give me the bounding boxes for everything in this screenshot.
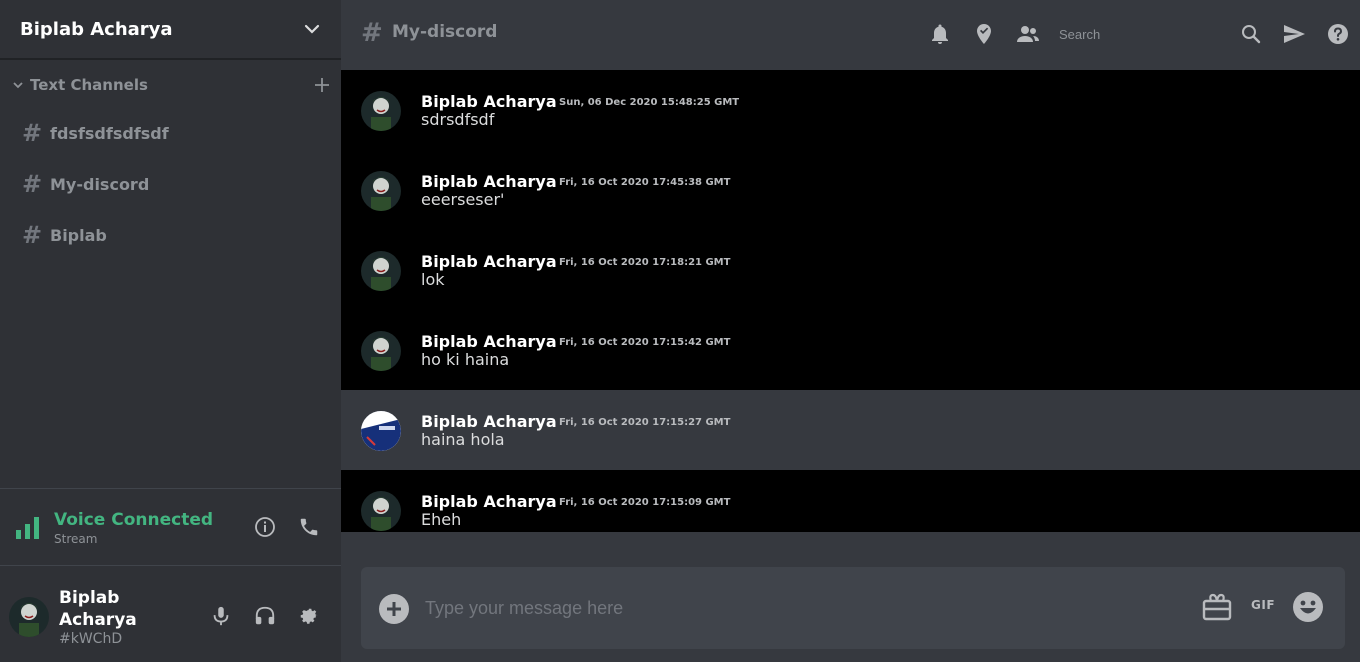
microphone-icon[interactable]: [210, 605, 232, 627]
gif-button[interactable]: GIF: [1251, 598, 1275, 612]
channel-item-my-discord[interactable]: # My-discord: [22, 170, 150, 198]
add-channel-icon[interactable]: [314, 77, 330, 93]
server-header[interactable]: Biplab Acharya: [0, 0, 341, 60]
message-item: Biplab Acharya Fri, 16 Oct 2020 17:18:21…: [341, 230, 1360, 310]
message-item: Biplab Acharya Fri, 16 Oct 2020 17:15:09…: [341, 470, 1360, 532]
info-icon[interactable]: [254, 516, 276, 538]
hash-icon: #: [361, 18, 383, 48]
user-name: Biplab Acharya: [59, 588, 137, 630]
message-timestamp: Fri, 16 Oct 2020 17:45:38 GMT: [559, 177, 731, 188]
message-item: Biplab Acharya Sun, 06 Dec 2020 15:48:25…: [341, 70, 1360, 150]
composer-area: GIF: [341, 532, 1360, 662]
server-name: Biplab Acharya: [20, 18, 173, 40]
channel-title: My-discord: [392, 22, 498, 42]
search-input[interactable]: [1059, 24, 1219, 44]
chevron-down-icon[interactable]: [303, 20, 321, 38]
voice-panel: Voice Connected Stream: [0, 488, 341, 566]
message-item: Biplab Acharya Fri, 16 Oct 2020 17:15:42…: [341, 310, 1360, 390]
pin-icon[interactable]: [972, 22, 996, 46]
avatar[interactable]: [361, 491, 401, 531]
help-icon[interactable]: [1326, 22, 1350, 46]
phone-disconnect-icon[interactable]: [298, 516, 320, 538]
message-content: ho ki haina: [421, 350, 510, 369]
message-timestamp: Fri, 16 Oct 2020 17:15:42 GMT: [559, 337, 731, 348]
hash-icon: #: [22, 221, 43, 249]
avatar[interactable]: [9, 597, 49, 637]
channel-header: # My-discord: [341, 0, 1360, 70]
channel-name: Biplab: [50, 225, 107, 245]
sidebar: Biplab Acharya Text Channels # fdsfsdfsd…: [0, 0, 341, 662]
emoji-icon[interactable]: [1292, 591, 1324, 623]
message-author: Biplab Acharya: [421, 172, 557, 191]
message-content: Eheh: [421, 510, 462, 529]
signal-bars-icon: [16, 517, 40, 539]
message-author: Biplab Acharya: [421, 252, 557, 271]
message-timestamp: Fri, 16 Oct 2020 17:15:27 GMT: [559, 417, 731, 428]
message-list[interactable]: Biplab Acharya Sun, 06 Dec 2020 15:48:25…: [341, 70, 1360, 532]
headphones-icon[interactable]: [254, 605, 276, 627]
user-tag: #kWChD: [59, 631, 123, 647]
message-content: sdrsdfsdf: [421, 110, 495, 129]
message-timestamp: Sun, 06 Dec 2020 15:48:25 GMT: [559, 97, 740, 108]
add-attachment-icon[interactable]: [378, 593, 410, 625]
message-author: Biplab Acharya: [421, 492, 557, 511]
avatar[interactable]: [361, 331, 401, 371]
chevron-down-icon: [12, 79, 24, 91]
channel-name: My-discord: [50, 174, 150, 194]
message-content: haina hola: [421, 430, 505, 449]
gear-icon[interactable]: [298, 605, 320, 627]
message-timestamp: Fri, 16 Oct 2020 17:15:09 GMT: [559, 497, 731, 508]
channel-item-fdsfsdfsdfsdf[interactable]: # fdsfsdfsdfsdf: [22, 119, 169, 147]
members-icon[interactable]: [1016, 22, 1040, 46]
hash-icon: #: [22, 170, 43, 198]
bell-icon[interactable]: [928, 22, 952, 46]
voice-status-title: Voice Connected: [54, 510, 214, 530]
message-input[interactable]: [425, 595, 1185, 621]
message-content: eeerseser': [421, 190, 505, 209]
avatar[interactable]: [361, 411, 401, 451]
user-panel: Biplab Acharya #kWChD: [0, 567, 341, 662]
voice-status-subtitle: Stream: [54, 532, 98, 546]
message-item: Biplab Acharya Fri, 16 Oct 2020 17:15:27…: [341, 390, 1360, 470]
channels-header[interactable]: Text Channels: [12, 74, 330, 96]
avatar[interactable]: [361, 171, 401, 211]
gift-icon[interactable]: [1201, 591, 1233, 623]
send-icon[interactable]: [1282, 22, 1306, 46]
app: Biplab Acharya Text Channels # fdsfsdfsd…: [0, 0, 1360, 662]
channels-header-label: Text Channels: [30, 76, 148, 94]
message-content: lok: [421, 270, 445, 289]
message-author: Biplab Acharya: [421, 332, 557, 351]
channel-item-biplab[interactable]: # Biplab: [22, 221, 107, 249]
avatar[interactable]: [361, 251, 401, 291]
hash-icon: #: [22, 119, 43, 147]
message-author: Biplab Acharya: [421, 92, 557, 111]
message-author: Biplab Acharya: [421, 412, 557, 431]
message-timestamp: Fri, 16 Oct 2020 17:18:21 GMT: [559, 257, 731, 268]
search-icon[interactable]: [1239, 22, 1263, 46]
message-composer: GIF: [361, 567, 1345, 649]
channel-name: fdsfsdfsdfsdf: [50, 123, 169, 143]
avatar[interactable]: [361, 91, 401, 131]
message-item: Biplab Acharya Fri, 16 Oct 2020 17:45:38…: [341, 150, 1360, 230]
